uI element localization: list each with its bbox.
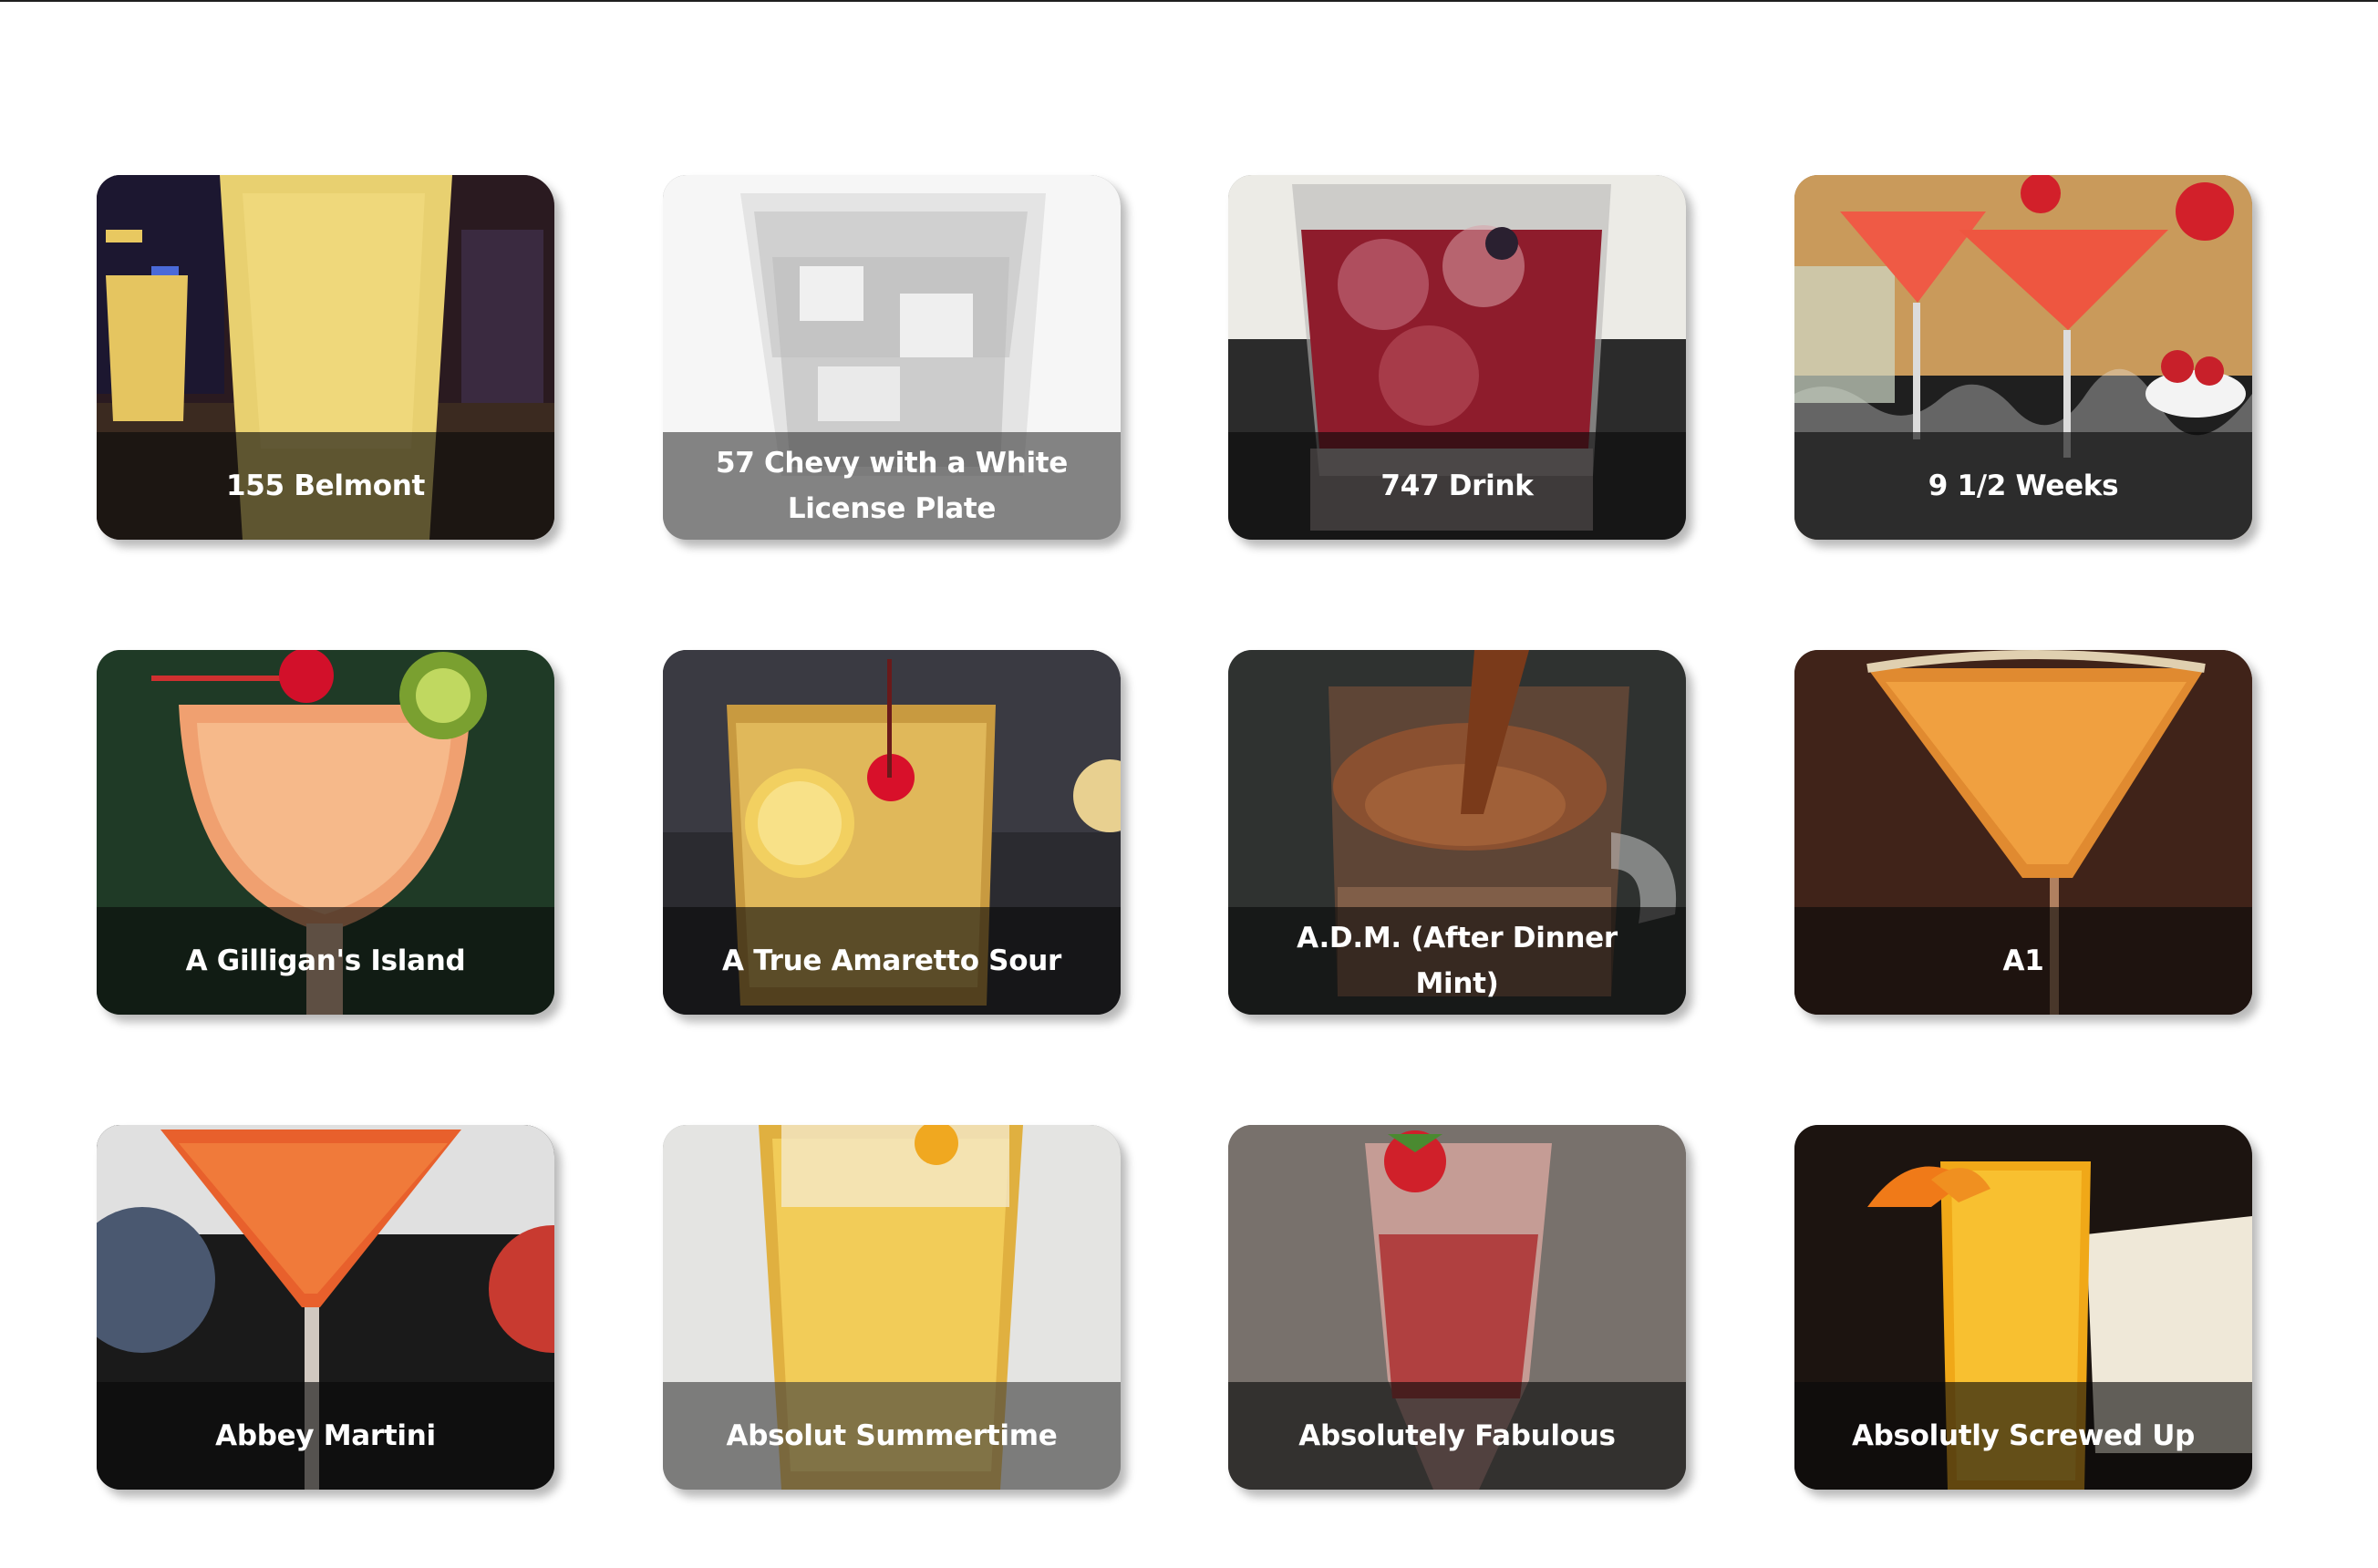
cocktail-card[interactable]: A Gilligan's Island (97, 650, 554, 1015)
cocktail-name: Absolutely Fabulous (1228, 1382, 1686, 1490)
cocktail-name: 155 Belmont (97, 432, 554, 540)
cocktail-name: Absolut Summertime (663, 1382, 1121, 1490)
cocktail-card[interactable]: 155 Belmont (97, 175, 554, 540)
cocktail-card[interactable]: A True Amaretto Sour (663, 650, 1121, 1015)
cocktail-grid: 155 Belmont 57 Chevy with a White Licens… (0, 0, 2378, 1568)
cocktail-name: Absolutly Screwed Up (1794, 1382, 2252, 1490)
cocktail-name: 747 Drink (1228, 432, 1686, 540)
cocktail-card[interactable]: Abbey Martini (97, 1125, 554, 1490)
cocktail-name: 9 1/2 Weeks (1794, 432, 2252, 540)
cocktail-card[interactable]: 9 1/2 Weeks (1794, 175, 2252, 540)
cocktail-name: A Gilligan's Island (97, 907, 554, 1015)
cocktail-card[interactable]: 57 Chevy with a White License Plate (663, 175, 1121, 540)
cocktail-name: Abbey Martini (97, 1382, 554, 1490)
cocktail-card[interactable]: A1 (1794, 650, 2252, 1015)
cocktail-card[interactable]: 747 Drink (1228, 175, 1686, 540)
cocktail-name: A True Amaretto Sour (663, 907, 1121, 1015)
cocktail-name: A1 (1794, 907, 2252, 1015)
cocktail-name: A.D.M. (After Dinner Mint) (1228, 907, 1686, 1015)
cocktail-card[interactable]: Absolutely Fabulous (1228, 1125, 1686, 1490)
cocktail-name: 57 Chevy with a White License Plate (663, 432, 1121, 540)
cocktail-card[interactable]: A.D.M. (After Dinner Mint) (1228, 650, 1686, 1015)
cocktail-card[interactable]: Absolutly Screwed Up (1794, 1125, 2252, 1490)
cocktail-card[interactable]: Absolut Summertime (663, 1125, 1121, 1490)
